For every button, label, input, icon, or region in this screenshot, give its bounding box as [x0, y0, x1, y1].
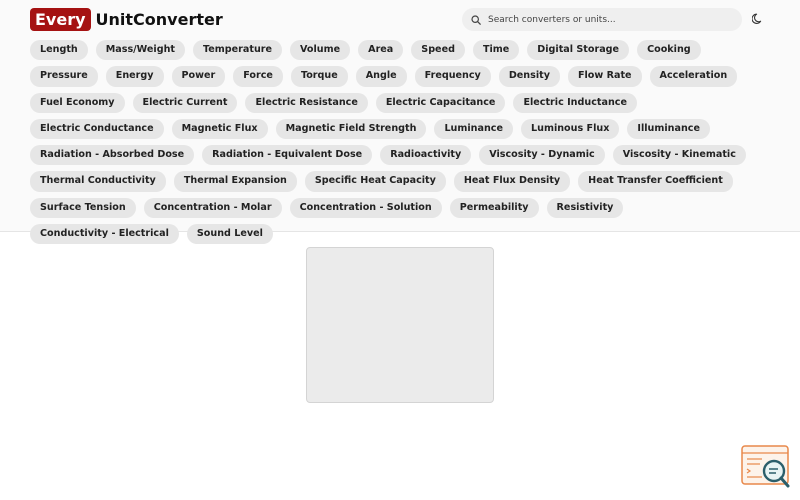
category-chip-list: Length Mass/Weight Temperature Volume Area Sp… — [30, 40, 775, 245]
category-chip-speed[interactable]: Speed — [411, 40, 465, 61]
search-input[interactable] — [488, 14, 728, 25]
category-chip-time[interactable]: Time — [472, 40, 520, 61]
category-chip-luminance[interactable]: Luminance — [434, 118, 513, 140]
category-chip-concentration-molar[interactable]: Concentration - Molar — [143, 197, 282, 219]
category-chip-heat-transfer-coefficient[interactable]: Heat Transfer Coefficient — [578, 171, 733, 192]
category-chip-viscosity-kinematic[interactable]: Viscosity - Kinematic — [612, 145, 746, 166]
logo-badge: Every — [30, 8, 91, 31]
category-chip-radiation-absorbed-dose[interactable]: Radiation - Absorbed Dose — [30, 145, 195, 166]
category-chip-temperature[interactable]: Temperature — [193, 40, 283, 61]
category-chip-flow-rate[interactable]: Flow Rate — [567, 66, 642, 87]
category-chip-volume[interactable]: Volume — [290, 40, 351, 61]
category-chip-acceleration[interactable]: Acceleration — [649, 66, 738, 87]
category-chip-torque[interactable]: Torque — [290, 66, 348, 87]
category-chip-thermal-conductivity[interactable]: Thermal Conductivity — [30, 171, 166, 192]
category-chip-electric-conductance[interactable]: Electric Conductance — [30, 118, 164, 140]
category-chip-specific-heat-capacity[interactable]: Specific Heat Capacity — [304, 171, 446, 192]
category-chip-cooking[interactable]: Cooking — [637, 40, 701, 61]
search-bar — [462, 8, 742, 31]
category-chip-electric-inductance[interactable]: Electric Inductance — [513, 92, 637, 113]
site-header: Every UnitConverter Length Mass/Weight Tem… — [0, 0, 800, 245]
document-search-icon — [741, 445, 790, 488]
category-chip-power[interactable]: Power — [171, 66, 226, 87]
category-chip-electric-resistance[interactable]: Electric Resistance — [245, 92, 368, 113]
category-chip-viscosity-dynamic[interactable]: Viscosity - Dynamic — [479, 145, 605, 166]
category-chip-radioactivity[interactable]: Radioactivity — [380, 145, 472, 166]
category-chip-permeability[interactable]: Permeability — [449, 197, 539, 219]
category-chip-magnetic-field-strength[interactable]: Magnetic Field Strength — [275, 118, 427, 140]
moon-icon — [752, 13, 762, 24]
category-chip-heat-flux-density[interactable]: Heat Flux Density — [453, 171, 571, 192]
category-chip-concentration-solution[interactable]: Concentration - Solution — [289, 197, 442, 219]
category-chip-mass-weight[interactable]: Mass/Weight — [95, 40, 185, 61]
category-chip-electric-current[interactable]: Electric Current — [132, 92, 238, 113]
category-chip-area[interactable]: Area — [358, 40, 404, 61]
category-chip-surface-tension[interactable]: Surface Tension — [30, 197, 136, 219]
category-chip-force[interactable]: Force — [233, 66, 283, 87]
site-logo[interactable]: Every UnitConverter — [30, 8, 223, 31]
category-chip-magnetic-flux[interactable]: Magnetic Flux — [171, 118, 268, 140]
category-chip-fuel-economy[interactable]: Fuel Economy — [30, 92, 125, 113]
category-chip-electric-capacitance[interactable]: Electric Capacitance — [375, 92, 506, 113]
category-chip-length[interactable]: Length — [30, 40, 88, 61]
category-chip-thermal-expansion[interactable]: Thermal Expansion — [173, 171, 297, 192]
converter-placeholder-card — [306, 247, 494, 403]
theme-toggle-button[interactable] — [750, 11, 766, 27]
category-chip-angle[interactable]: Angle — [355, 66, 407, 87]
category-chip-density[interactable]: Density — [498, 66, 560, 87]
category-chip-sound-level[interactable]: Sound Level — [186, 224, 273, 245]
category-chip-radiation-equivalent-dose[interactable]: Radiation - Equivalent Dose — [202, 145, 373, 166]
document-search-widget[interactable] — [740, 444, 792, 490]
logo-text: UnitConverter — [95, 10, 223, 29]
category-chip-energy[interactable]: Energy — [105, 66, 164, 87]
search-icon — [470, 14, 482, 26]
category-chip-pressure[interactable]: Pressure — [30, 66, 98, 87]
category-chip-digital-storage[interactable]: Digital Storage — [527, 40, 630, 61]
category-chip-illuminance[interactable]: Illuminance — [627, 118, 710, 140]
category-chip-frequency[interactable]: Frequency — [414, 66, 491, 87]
category-chip-luminous-flux[interactable]: Luminous Flux — [521, 118, 620, 140]
category-chip-resistivity[interactable]: Resistivity — [546, 197, 624, 219]
category-chip-conductivity-electrical[interactable]: Conductivity - Electrical — [30, 224, 179, 245]
